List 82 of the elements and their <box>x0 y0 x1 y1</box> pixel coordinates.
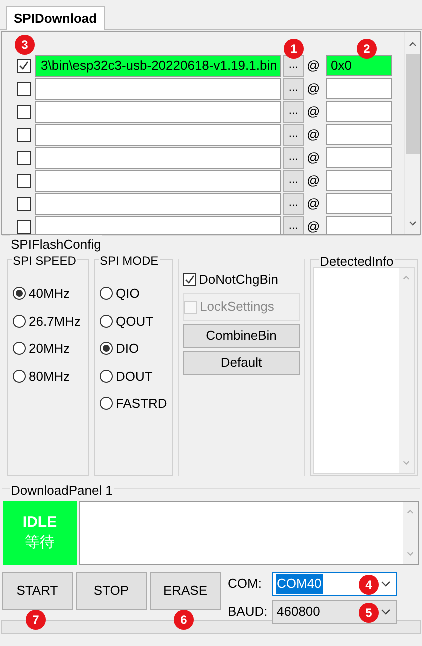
radio-button[interactable] <box>100 287 113 300</box>
config-button[interactable]: Default <box>183 351 300 375</box>
browse-button[interactable]: ... <box>283 78 304 100</box>
file-path-field[interactable] <box>35 100 281 122</box>
baud-rate-dropdown[interactable]: 460800 5 <box>272 600 397 624</box>
number-badge: 5 <box>359 603 379 623</box>
radio-option[interactable]: DIO <box>100 339 172 358</box>
action-button[interactable]: START <box>2 572 73 610</box>
browse-button[interactable]: ... <box>283 100 304 122</box>
at-sign: @ <box>307 218 321 234</box>
file-path-field[interactable] <box>35 146 281 168</box>
radio-button[interactable] <box>100 342 113 356</box>
dropdown-caret-icon[interactable] <box>381 608 391 616</box>
checkbox-option[interactable]: DoNotChgBin <box>183 269 300 290</box>
log-text-area[interactable] <box>79 501 419 565</box>
tab[interactable]: SPIDownload <box>6 6 106 30</box>
radio-button[interactable] <box>13 314 26 328</box>
scrollbar[interactable] <box>404 32 420 234</box>
checkbox[interactable] <box>17 82 31 96</box>
number-badge: 4 <box>359 575 379 595</box>
checkbox[interactable] <box>17 150 31 164</box>
at-sign: @ <box>307 194 321 213</box>
at-sign: @ <box>307 172 321 190</box>
action-button[interactable]: ERASE <box>150 572 221 610</box>
address-field[interactable] <box>326 101 392 122</box>
file-path-field[interactable] <box>35 216 281 234</box>
action-button[interactable]: STOP <box>76 572 147 610</box>
radio-option[interactable]: 80MHz <box>13 366 88 386</box>
number-badge: 2 <box>357 39 377 59</box>
file-path-field[interactable] <box>35 170 281 192</box>
at-sign: @ <box>307 56 321 75</box>
radio-button[interactable] <box>100 314 113 328</box>
number-badge: 1 <box>284 39 304 59</box>
radio-option[interactable]: DOUT <box>100 366 172 386</box>
radio-option[interactable]: 40MHz <box>13 284 88 304</box>
radio-button[interactable] <box>100 397 113 410</box>
config-button[interactable]: CombineBin <box>183 324 300 348</box>
checkbox[interactable] <box>17 220 31 234</box>
address-field[interactable] <box>326 216 392 234</box>
radio-button[interactable] <box>13 342 26 356</box>
browse-button[interactable]: ... <box>283 146 304 168</box>
dropdown-caret-icon[interactable] <box>381 580 391 588</box>
radio-option[interactable]: FASTRD <box>100 394 172 414</box>
at-sign: @ <box>307 80 321 98</box>
radio-button[interactable] <box>13 287 26 300</box>
file-path-field[interactable] <box>35 78 281 100</box>
checkbox[interactable] <box>17 104 31 118</box>
checkbox[interactable] <box>183 273 196 286</box>
radio-button[interactable] <box>13 370 26 383</box>
file-path-field[interactable]: 3\bin\esp32c3-usb-20220618-v1.19.1.bin <box>35 54 281 76</box>
at-sign: @ <box>307 102 321 121</box>
at-sign: @ <box>307 148 321 167</box>
field-label: BAUD: <box>228 603 266 622</box>
radio-option[interactable]: 20MHz <box>13 339 88 358</box>
com-port-dropdown[interactable]: COM40 4 <box>272 572 397 596</box>
address-field[interactable] <box>326 193 392 214</box>
radio-option[interactable]: QIO <box>100 284 172 304</box>
address-field[interactable] <box>326 170 392 191</box>
number-badge: 3 <box>15 35 35 55</box>
checkbox[interactable] <box>17 128 31 142</box>
browse-button[interactable]: ... <box>283 124 304 146</box>
file-path-field[interactable] <box>35 192 281 214</box>
address-field[interactable] <box>326 124 392 145</box>
radio-button[interactable] <box>100 370 113 383</box>
browse-button[interactable]: ... <box>283 192 304 214</box>
address-field[interactable] <box>326 78 392 99</box>
status-indicator: IDLE 等待 <box>3 501 77 565</box>
field-label: COM: <box>228 575 263 594</box>
radio-option[interactable]: 26.7MHz <box>13 312 88 331</box>
scroll-thumb[interactable] <box>406 54 420 154</box>
checkbox[interactable] <box>17 174 31 188</box>
browse-button[interactable]: ... <box>283 170 304 192</box>
radio-option[interactable]: QOUT <box>100 312 172 331</box>
at-sign: @ <box>307 126 321 144</box>
browse-button[interactable]: ... <box>283 216 304 234</box>
checkbox[interactable] <box>17 58 31 72</box>
file-path-field[interactable] <box>35 124 281 146</box>
number-badge: 7 <box>26 610 46 630</box>
checkbox[interactable] <box>17 196 31 210</box>
number-badge: 6 <box>174 610 194 630</box>
address-field[interactable]: 0x0 <box>326 55 392 76</box>
address-field[interactable] <box>326 147 392 168</box>
